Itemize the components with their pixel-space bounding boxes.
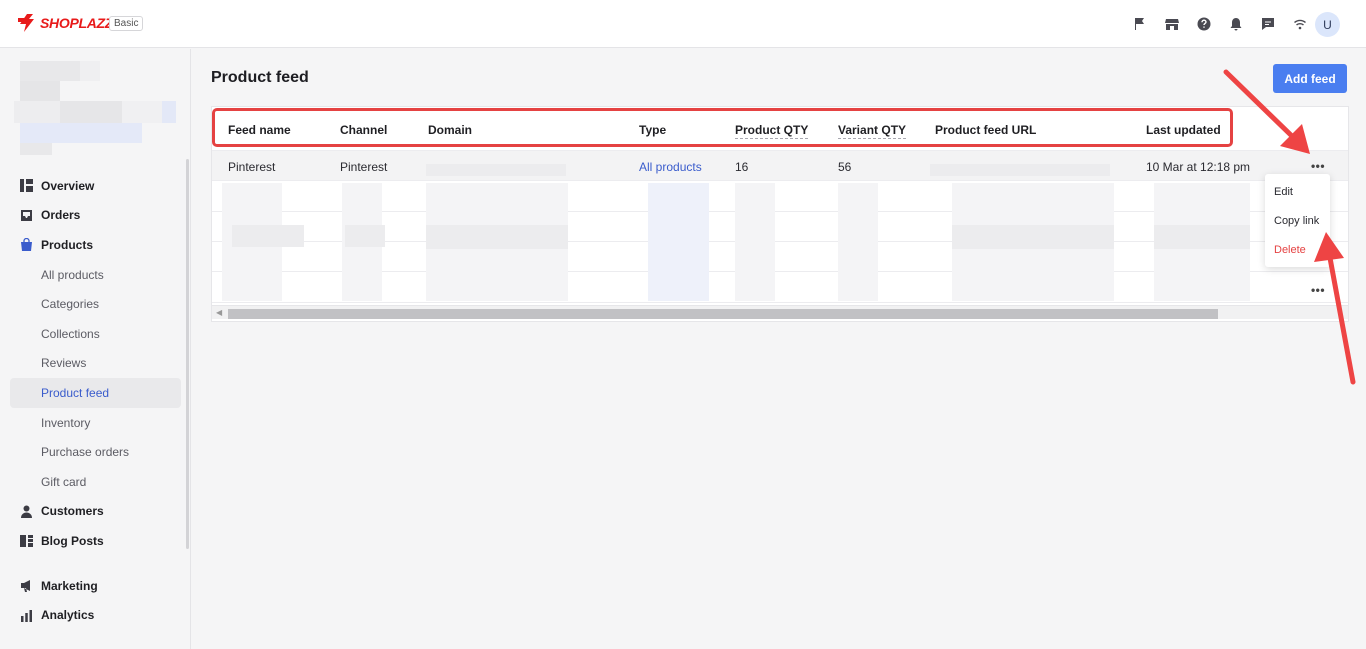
customers-icon — [20, 505, 33, 518]
cell-domain-redacted — [426, 164, 566, 176]
orders-icon — [20, 209, 33, 222]
cell-variant-qty: 56 — [838, 160, 852, 174]
sidebar-item-categories[interactable]: Categories — [10, 289, 181, 319]
products-icon — [20, 238, 33, 252]
page-title: Product feed — [211, 69, 309, 86]
sidebar-item-orders[interactable]: Orders — [10, 201, 181, 231]
sidebar-item-label: Orders — [41, 208, 81, 223]
sidebar-item-label: Analytics — [41, 608, 95, 623]
marketing-icon — [20, 579, 33, 593]
sidebar-item-marketing[interactable]: Marketing — [10, 571, 181, 601]
annotation-arrows — [1223, 69, 1356, 385]
shoplazza-logo[interactable]: SHOPLAZZA — [18, 14, 123, 32]
plan-badge: Basic — [109, 16, 144, 31]
sidebar-item-product-feed[interactable]: Product feed — [10, 378, 181, 408]
menu-item-copy-link[interactable]: Copy link — [1274, 215, 1319, 227]
store-icon[interactable] — [1156, 14, 1188, 34]
row-more-actions-button[interactable]: ••• — [1309, 159, 1327, 173]
blog-icon — [20, 534, 33, 548]
row-more-actions-button[interactable]: ••• — [1309, 283, 1327, 297]
analytics-icon — [20, 609, 33, 622]
header-highlight-annotation — [212, 108, 1233, 147]
flag-icon[interactable] — [1124, 14, 1156, 34]
sidebar-item-label: Customers — [41, 504, 104, 519]
scrollbar-thumb[interactable] — [228, 309, 1218, 319]
scroll-left-arrow-icon[interactable]: ◀ — [216, 308, 222, 317]
sidebar-item-purchase-orders[interactable]: Purchase orders — [10, 437, 181, 467]
sidebar-item-label: Blog Posts — [41, 533, 104, 548]
sidebar-item-reviews[interactable]: Reviews — [10, 349, 181, 379]
help-icon[interactable] — [1188, 14, 1220, 34]
sidebar-item-label: Marketing — [41, 578, 98, 593]
sidebar-item-gift-card[interactable]: Gift card — [10, 467, 181, 497]
sidebar-item-inventory[interactable]: Inventory — [10, 408, 181, 438]
sidebar-nav: Overview Orders Products All products Ca… — [10, 171, 181, 630]
table-row[interactable]: Pinterest Pinterest All products 16 56 1… — [212, 151, 1348, 181]
cell-feed-url-redacted — [930, 164, 1110, 176]
logo-mark-icon — [18, 14, 34, 32]
table-horizontal-scrollbar[interactable]: ◀ — [212, 305, 1348, 319]
top-icon-bar — [1124, 14, 1316, 34]
sidebar-item-products[interactable]: Products — [10, 230, 181, 260]
cell-product-qty: 16 — [735, 160, 749, 174]
bell-icon[interactable] — [1220, 14, 1252, 34]
wifi-icon[interactable] — [1284, 14, 1316, 34]
sidebar-item-customers[interactable]: Customers — [10, 497, 181, 527]
cell-channel: Pinterest — [340, 160, 388, 174]
sidebar-item-label: Products — [41, 237, 94, 252]
sidebar-item-blog-posts[interactable]: Blog Posts — [10, 526, 181, 556]
sidebar-item-analytics[interactable]: Analytics — [10, 600, 181, 630]
overview-icon — [20, 179, 33, 193]
chat-icon[interactable] — [1252, 14, 1284, 34]
cell-type-link[interactable]: All products — [639, 160, 702, 174]
add-feed-button[interactable]: Add feed — [1273, 64, 1347, 93]
row-actions-menu: Edit Copy link Delete — [1265, 174, 1330, 267]
cell-feed-name: Pinterest — [228, 160, 276, 174]
sidebar-item-label: Overview — [41, 178, 95, 193]
user-avatar[interactable]: U — [1315, 12, 1340, 37]
sidebar-item-collections[interactable]: Collections — [10, 319, 181, 349]
menu-item-edit[interactable]: Edit — [1274, 186, 1293, 198]
top-bar: SHOPLAZZA Basic U — [0, 0, 1366, 48]
sidebar-item-all-products[interactable]: All products — [10, 260, 181, 290]
sidebar-item-overview[interactable]: Overview — [10, 171, 181, 201]
sidebar-scrollbar[interactable] — [186, 159, 189, 549]
cell-last-updated: 10 Mar at 12:18 pm — [1146, 160, 1251, 174]
sidebar: Overview Orders Products All products Ca… — [0, 49, 191, 649]
menu-item-delete[interactable]: Delete — [1274, 244, 1306, 256]
